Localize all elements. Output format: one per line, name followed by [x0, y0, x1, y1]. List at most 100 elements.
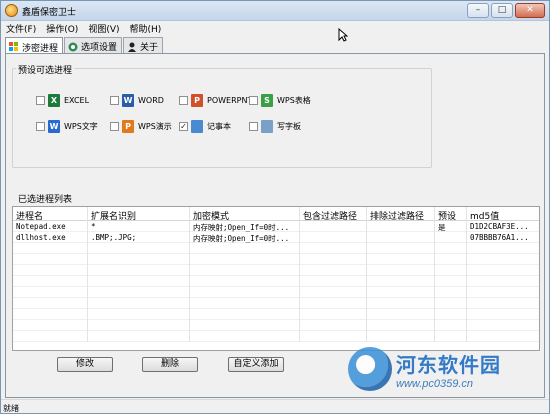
cell: [300, 221, 367, 232]
word-icon: W: [122, 94, 134, 107]
powerpoint-icon: P: [191, 94, 203, 107]
checkbox[interactable]: [110, 122, 119, 131]
tab-label: 选项设置: [81, 43, 118, 53]
wordpad-icon: [261, 120, 273, 133]
col-extension[interactable]: 扩展名识别: [88, 207, 190, 221]
preset-item-label: WPS文字: [64, 122, 98, 131]
cell: *: [88, 221, 190, 232]
cell: dllhost.exe: [13, 232, 88, 243]
checkbox[interactable]: [249, 96, 258, 105]
checkbox[interactable]: [36, 122, 45, 131]
preset-group-label: 预设可选进程: [16, 63, 75, 76]
watermark-url: www.pc0359.cn: [396, 377, 474, 390]
maximize-button[interactable]: □: [491, 3, 513, 18]
selected-process-table[interactable]: 进程名 扩展名识别 加密模式 包含过滤路径 排除过滤路径 预设 md5值 Not…: [12, 206, 540, 351]
preset-wps-presentation[interactable]: P WPS演示: [110, 120, 172, 133]
cell: D1D2CBAF3E...: [470, 222, 529, 231]
preset-excel[interactable]: X EXCEL: [36, 94, 89, 107]
cell: 内存映射;Open_If=0时...: [190, 232, 300, 243]
preset-item-label: POWERPNT: [207, 96, 253, 105]
table-row-empty: [13, 276, 539, 287]
preset-item-label: 记事本: [207, 122, 231, 131]
table-row-empty: [13, 298, 539, 309]
preset-word[interactable]: W WORD: [110, 94, 164, 107]
cell: 07BBBB76A1...: [470, 233, 529, 242]
table-row-empty: [13, 309, 539, 320]
table-row-empty: [13, 254, 539, 265]
status-bar: 就绪: [1, 399, 549, 413]
menu-view[interactable]: 视图(V): [83, 21, 124, 35]
excel-icon: X: [48, 94, 60, 107]
checkbox[interactable]: [110, 96, 119, 105]
menu-file[interactable]: 文件(F): [1, 21, 41, 35]
table-row-empty: [13, 265, 539, 276]
gear-icon: [68, 42, 78, 52]
watermark: 河东软件园 www.pc0359.cn: [348, 347, 501, 391]
preset-wordpad[interactable]: 写字板: [249, 120, 301, 133]
preset-item-label: WPS表格: [277, 96, 311, 105]
title-bar[interactable]: 鑫盾保密卫士 – □ ✕: [1, 1, 549, 21]
mouse-cursor-icon: [338, 27, 349, 45]
cell: .BMP;.JPG;: [88, 232, 190, 243]
cell: [367, 232, 435, 243]
table-row-empty: [13, 243, 539, 254]
preset-wps-writer[interactable]: W WPS文字: [36, 120, 98, 133]
delete-button[interactable]: 删除: [142, 357, 198, 372]
checkbox-checked[interactable]: ✓: [179, 122, 188, 131]
cell: [300, 232, 367, 243]
tab-about[interactable]: 关于: [123, 37, 164, 53]
watermark-name: 河东软件园: [396, 352, 501, 377]
table-row[interactable]: dllhost.exe .BMP;.JPG; 内存映射;Open_If=0时..…: [13, 232, 539, 243]
tab-label: 涉密进程: [22, 43, 59, 54]
windows-flag-icon: [9, 42, 19, 52]
preset-notepad[interactable]: ✓ 记事本: [179, 120, 231, 133]
main-window: 鑫盾保密卫士 – □ ✕ 文件(F) 操作(O) 视图(V) 帮助(H) 涉密进…: [0, 0, 550, 414]
table-row-empty: [13, 320, 539, 331]
checkbox[interactable]: [179, 96, 188, 105]
close-button[interactable]: ✕: [515, 3, 545, 18]
wps-sheet-icon: S: [261, 94, 273, 107]
wps-writer-icon: W: [48, 120, 60, 133]
preset-powerpnt[interactable]: P POWERPNT: [179, 94, 252, 107]
cell: 内存映射;Open_If=0时...: [190, 221, 300, 232]
table-row-empty: [13, 287, 539, 298]
selected-list-label: 已选进程列表: [18, 195, 73, 205]
table-header: 进程名 扩展名识别 加密模式 包含过滤路径 排除过滤路径 预设 md5值: [13, 207, 539, 221]
preset-item-label: WPS演示: [138, 122, 172, 131]
tab-strip: 涉密进程 选项设置 关于: [5, 37, 164, 54]
preset-item-label: EXCEL: [64, 96, 90, 105]
modify-button[interactable]: 修改: [57, 357, 113, 372]
checkbox[interactable]: [249, 122, 258, 131]
menu-help[interactable]: 帮助(H): [125, 21, 167, 35]
cell: [435, 232, 467, 243]
preset-wps-sheet[interactable]: S WPS表格: [249, 94, 311, 107]
tab-label: 关于: [140, 43, 159, 53]
custom-add-button[interactable]: 自定义添加: [228, 357, 284, 372]
cell: 是: [435, 221, 467, 232]
preset-process-group: [12, 68, 432, 168]
cell: Notepad.exe: [13, 221, 88, 232]
app-shield-icon: [5, 4, 18, 17]
col-md5[interactable]: md5值: [467, 207, 539, 221]
preset-item-label: WORD: [138, 96, 164, 105]
preset-item-label: 写字板: [277, 122, 301, 131]
tab-options[interactable]: 选项设置: [64, 37, 123, 53]
user-icon: [127, 42, 137, 52]
tab-secret-process[interactable]: 涉密进程: [5, 37, 64, 54]
menu-operate[interactable]: 操作(O): [41, 21, 83, 35]
cell: [367, 221, 435, 232]
table-row-empty: [13, 331, 539, 342]
col-include-path[interactable]: 包含过滤路径: [300, 207, 367, 221]
col-exclude-path[interactable]: 排除过滤路径: [367, 207, 435, 221]
watermark-logo-icon: [348, 347, 392, 391]
notepad-icon: [191, 120, 203, 133]
menu-bar: 文件(F) 操作(O) 视图(V) 帮助(H): [1, 21, 549, 35]
col-process-name[interactable]: 进程名: [13, 207, 88, 221]
table-row[interactable]: Notepad.exe * 内存映射;Open_If=0时... 是 D1D2C…: [13, 221, 539, 232]
checkbox[interactable]: [36, 96, 45, 105]
col-encrypt-mode[interactable]: 加密模式: [190, 207, 300, 221]
minimize-button[interactable]: –: [467, 3, 489, 18]
col-preset[interactable]: 预设: [435, 207, 467, 221]
wps-presentation-icon: P: [122, 120, 134, 133]
window-title: 鑫盾保密卫士: [22, 8, 77, 18]
